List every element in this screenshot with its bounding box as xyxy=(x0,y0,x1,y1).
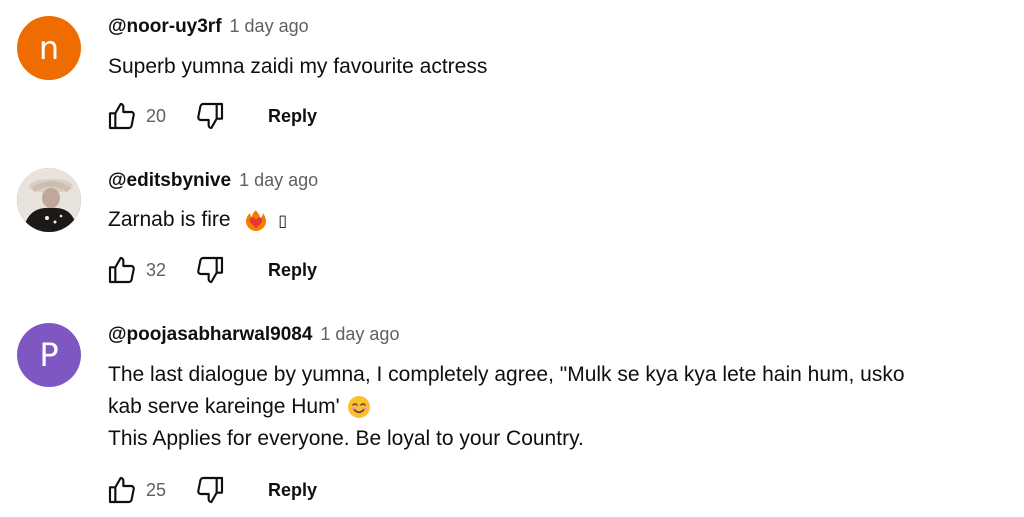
smiling-face-emoji-icon xyxy=(348,396,371,419)
comment-action-bar: 25 Reply xyxy=(104,470,317,510)
like-count: 32 xyxy=(146,259,167,280)
avatar[interactable]: n xyxy=(17,16,81,80)
comment-text-line: The last dialogue by yumna, I completely… xyxy=(108,363,905,386)
thumbs-down-icon xyxy=(197,102,224,130)
like-count: 25 xyxy=(146,479,167,500)
comment-text-line: This Applies for everyone. Be loyal to y… xyxy=(108,427,584,450)
comment-text-line: Zarnab is fire xyxy=(108,208,231,231)
avatar[interactable] xyxy=(17,168,81,232)
comment-author[interactable]: @editsbynive xyxy=(108,170,231,192)
dislike-button[interactable] xyxy=(192,98,228,134)
reply-button[interactable]: Reply xyxy=(268,260,317,281)
comment-time[interactable]: 1 day ago xyxy=(230,16,309,37)
comment-text: Superb yumna zaidi my favourite actress xyxy=(108,51,988,83)
comment-action-bar: 32 Reply xyxy=(104,250,317,290)
thumbs-up-icon xyxy=(108,102,135,130)
dislike-button[interactable] xyxy=(192,252,228,288)
reply-button[interactable]: Reply xyxy=(268,480,317,501)
avatar-letter: P xyxy=(39,336,59,374)
comment-action-bar: 20 Reply xyxy=(104,96,317,136)
like-button[interactable] xyxy=(104,252,140,288)
comment-header: @poojasabharwal9084 1 day ago xyxy=(108,324,399,350)
thumbs-down-icon xyxy=(197,476,224,504)
comment-text-line: kab serve kareinge Hum' xyxy=(108,395,340,418)
thumbs-up-icon xyxy=(108,256,135,284)
reply-button[interactable]: Reply xyxy=(268,106,317,127)
comment-text-row: kab serve kareinge Hum' xyxy=(108,391,988,423)
heart-on-fire-emoji-icon xyxy=(246,210,267,232)
like-count: 20 xyxy=(146,105,167,126)
thumbs-down-icon xyxy=(197,256,224,284)
comment-text: Zarnab is fire ▯ xyxy=(108,204,988,237)
avatar[interactable]: P xyxy=(17,323,81,387)
comment-text-line: Superb yumna zaidi my favourite actress xyxy=(108,55,488,78)
comment-text-row: Zarnab is fire ▯ xyxy=(108,204,988,237)
comment-time[interactable]: 1 day ago xyxy=(239,170,318,191)
like-button[interactable] xyxy=(104,472,140,508)
avatar-letter: n xyxy=(38,29,60,67)
comment-author[interactable]: @noor-uy3rf xyxy=(108,16,222,38)
comment-author[interactable]: @poojasabharwal9084 xyxy=(108,324,312,346)
comment-text: The last dialogue by yumna, I completely… xyxy=(108,359,988,455)
thumbs-up-icon xyxy=(108,476,135,504)
comment-time[interactable]: 1 day ago xyxy=(320,324,399,345)
comment-header: @noor-uy3rf 1 day ago xyxy=(108,16,309,42)
dislike-button[interactable] xyxy=(192,472,228,508)
like-button[interactable] xyxy=(104,98,140,134)
profile-photo-icon xyxy=(17,168,81,232)
comment-header: @editsbynive 1 day ago xyxy=(108,170,318,196)
unsupported-glyph: ▯ xyxy=(278,211,288,230)
